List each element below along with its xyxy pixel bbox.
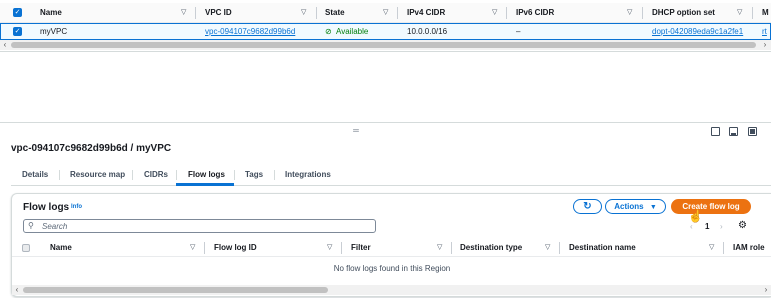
page-number[interactable]: 1 — [705, 222, 709, 231]
vpc-table-header: ✓ Name ▽ VPC ID ▽ State ▽ IPv4 CIDR ▽ IP… — [0, 3, 771, 23]
column-divider — [723, 242, 724, 254]
col-ipv4[interactable]: IPv4 CIDR — [407, 3, 445, 23]
col-more[interactable]: M — [762, 3, 769, 23]
tab-flow-logs[interactable]: Flow logs — [188, 164, 225, 185]
state-value: Available — [336, 27, 369, 36]
empty-state-message: No flow logs found in this Region — [333, 264, 451, 273]
actions-label: Actions — [614, 202, 644, 211]
column-divider — [559, 242, 560, 254]
chevron-right-icon[interactable]: › — [760, 40, 770, 50]
refresh-icon: ↻ — [583, 201, 592, 212]
chevron-left-icon[interactable]: ‹ — [0, 40, 10, 50]
tab-list: Details Resource map CIDRs Flow logs Tag… — [11, 164, 771, 186]
sort-icon[interactable]: ▽ — [181, 3, 186, 23]
vpc-id-link[interactable]: vpc-094107c9682d99b6d — [205, 24, 295, 39]
sort-icon[interactable]: ▽ — [383, 3, 388, 23]
column-divider — [341, 242, 342, 254]
sort-icon[interactable]: ▽ — [301, 3, 306, 23]
sort-icon[interactable]: ▽ — [709, 238, 714, 258]
col-destination-name[interactable]: Destination name — [569, 239, 636, 257]
sort-icon[interactable]: ▽ — [437, 238, 442, 258]
tab-integrations[interactable]: Integrations — [285, 164, 331, 185]
refresh-button[interactable]: ↻ — [573, 199, 602, 214]
col-vpc-id[interactable]: VPC ID — [205, 3, 232, 23]
column-divider — [752, 7, 753, 19]
caret-down-icon: ▼ — [649, 204, 657, 211]
col-name[interactable]: Name — [40, 3, 62, 23]
tab-tags[interactable]: Tags — [245, 164, 263, 185]
chevron-right-icon[interactable]: › — [761, 285, 771, 295]
horizontal-scrollbar[interactable]: ‹ › — [0, 40, 771, 50]
panel-layout-icon[interactable] — [729, 127, 738, 136]
actions-button[interactable]: Actions ▼ — [605, 199, 666, 214]
tab-cidrs[interactable]: CIDRs — [144, 164, 168, 185]
create-flow-log-button[interactable]: Create flow log — [671, 199, 751, 214]
sort-icon[interactable]: ▽ — [190, 238, 195, 258]
flow-logs-title: Flow logs — [23, 202, 70, 213]
flow-logs-container: Flow logs Info ↻ Actions ▼ Create flow l… — [11, 193, 771, 297]
column-divider — [204, 242, 205, 254]
search-icon: ⚲ — [28, 221, 34, 230]
column-divider — [195, 7, 196, 19]
row-name: myVPC — [40, 27, 68, 36]
sort-icon[interactable]: ▽ — [627, 3, 632, 23]
search-placeholder: Search — [42, 222, 68, 231]
column-divider — [506, 7, 507, 19]
select-all-checkbox[interactable] — [22, 244, 30, 252]
page-title: vpc-094107c9682d99b6d / myVPC — [11, 143, 172, 154]
col-iam-role[interactable]: IAM role — [733, 239, 771, 257]
col-dhcp[interactable]: DHCP option set — [652, 3, 715, 23]
tab-resource-map[interactable]: Resource map — [70, 164, 125, 185]
tab-divider — [234, 170, 235, 180]
drag-handle-icon[interactable]: ═ — [350, 127, 362, 135]
active-tab-indicator — [176, 183, 234, 186]
column-divider — [642, 7, 643, 19]
vpc-table: ✓ Name ▽ VPC ID ▽ State ▽ IPv4 CIDR ▽ IP… — [0, 0, 771, 52]
sort-icon[interactable]: ▽ — [492, 3, 497, 23]
column-divider — [451, 242, 452, 254]
available-icon: ⊘ — [325, 27, 332, 36]
col-filter[interactable]: Filter — [351, 239, 371, 257]
flow-logs-table-header: Name ▽ Flow log ID ▽ Filter ▽ Destinatio… — [12, 239, 771, 257]
scrollbar-thumb[interactable] — [11, 42, 756, 48]
scrollbar-thumb[interactable] — [23, 287, 328, 293]
settings-icon[interactable]: ⚙ — [738, 220, 747, 231]
tab-divider — [176, 170, 177, 180]
sort-icon[interactable]: ▽ — [545, 238, 550, 258]
col-flow-log-id[interactable]: Flow log ID — [214, 239, 257, 257]
chevron-right-icon[interactable]: › — [720, 222, 723, 231]
col-destination-type[interactable]: Destination type — [460, 239, 522, 257]
chevron-left-icon[interactable]: ‹ — [690, 222, 693, 231]
chevron-left-icon[interactable]: ‹ — [12, 285, 22, 295]
select-all-checkbox[interactable]: ✓ — [13, 8, 22, 17]
column-divider — [316, 7, 317, 19]
column-divider — [397, 7, 398, 19]
col-name[interactable]: Name — [50, 239, 72, 257]
sort-icon[interactable]: ▽ — [327, 238, 332, 258]
info-link[interactable]: Info — [71, 204, 82, 210]
tab-divider — [59, 170, 60, 180]
horizontal-scrollbar[interactable]: ‹ › — [12, 285, 771, 295]
table-row[interactable]: ✓ myVPC vpc-094107c9682d99b6d ⊘ Availabl… — [0, 23, 771, 40]
dhcp-link[interactable]: dopt-042089eda9c1a2fe1 — [652, 24, 743, 39]
more-link[interactable]: rt — [762, 24, 767, 39]
row-checkbox[interactable]: ✓ — [13, 27, 22, 36]
panel-layout-icon[interactable] — [748, 127, 757, 136]
tab-divider — [274, 170, 275, 180]
split-panel-divider — [0, 122, 771, 123]
tab-details[interactable]: Details — [22, 164, 48, 185]
col-ipv6[interactable]: IPv6 CIDR — [516, 3, 554, 23]
panel-layout-icon[interactable] — [711, 127, 720, 136]
tab-divider — [132, 170, 133, 180]
search-input[interactable]: ⚲ Search — [23, 219, 376, 233]
ipv4-value: 10.0.0.0/16 — [407, 27, 448, 36]
sort-icon[interactable]: ▽ — [737, 3, 742, 23]
cursor-icon: ☝ — [688, 209, 703, 223]
ipv6-value: – — [516, 27, 521, 36]
col-state[interactable]: State — [325, 3, 345, 23]
